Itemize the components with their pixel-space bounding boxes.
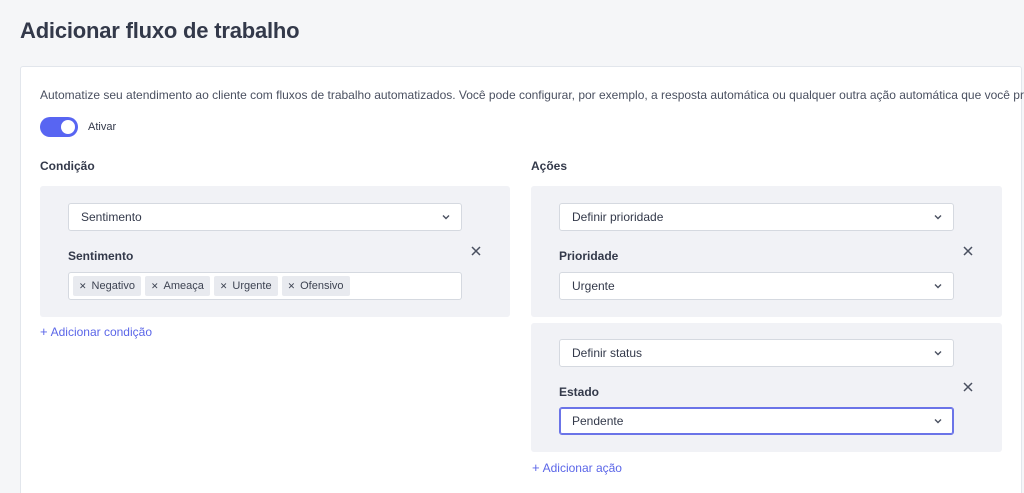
- condition-type-value: Sentimento: [81, 210, 142, 224]
- tag-remove-icon[interactable]: ✕: [79, 276, 87, 296]
- tag-remove-icon[interactable]: ✕: [151, 276, 159, 296]
- priority-value: Urgente: [572, 279, 615, 293]
- workflow-card: Automatize seu atendimento ao cliente co…: [20, 66, 1024, 493]
- tag-chip: ✕ Ameaça: [144, 276, 210, 296]
- action-panel-2: Definir status Estado Pendente: [531, 323, 1002, 452]
- action-type-value: Definir prioridade: [572, 210, 664, 224]
- condition-title: Condição: [40, 159, 95, 173]
- close-icon[interactable]: [962, 381, 974, 393]
- chevron-down-icon: [934, 351, 942, 356]
- tag-label: Ameaça: [163, 280, 204, 292]
- activate-toggle[interactable]: [40, 117, 78, 137]
- condition-type-select[interactable]: Sentimento: [68, 203, 462, 231]
- action-panel-1: Definir prioridade Prioridade Urgente: [531, 186, 1002, 317]
- action-field-label: Prioridade: [559, 249, 619, 263]
- plus-icon: +: [40, 324, 48, 339]
- tag-remove-icon[interactable]: ✕: [288, 276, 296, 296]
- tag-label: Ofensivo: [300, 280, 344, 292]
- sentiment-tags-input[interactable]: ✕ Negativo ✕ Ameaça ✕ Urgente ✕ Ofensivo: [68, 272, 462, 300]
- description-text: Automatize seu atendimento ao cliente co…: [40, 88, 1024, 102]
- tag-label: Negativo: [91, 280, 135, 292]
- actions-title: Ações: [531, 159, 568, 173]
- action-type-select[interactable]: Definir prioridade: [559, 203, 954, 231]
- page-title: Adicionar fluxo de trabalho: [20, 18, 300, 43]
- condition-field-label: Sentimento: [68, 249, 134, 263]
- close-icon[interactable]: [470, 245, 482, 257]
- action-type-value: Definir status: [572, 346, 643, 360]
- tag-remove-icon[interactable]: ✕: [220, 276, 228, 296]
- add-condition-label: Adicionar condição: [50, 325, 152, 339]
- close-icon[interactable]: [962, 245, 974, 257]
- condition-panel: Sentimento Sentimento ✕ Negativo ✕ Ameaça …: [40, 186, 510, 317]
- status-value: Pendente: [572, 414, 624, 428]
- activate-label: Ativar: [88, 121, 117, 133]
- plus-icon: +: [532, 460, 540, 475]
- status-select[interactable]: Pendente: [559, 407, 954, 435]
- tag-chip: ✕ Ofensivo: [281, 276, 350, 296]
- priority-select[interactable]: Urgente: [559, 272, 954, 300]
- tag-chip: ✕ Urgente: [213, 276, 278, 296]
- chevron-down-icon: [934, 419, 942, 424]
- chevron-down-icon: [442, 215, 450, 220]
- chevron-down-icon: [934, 284, 942, 289]
- add-condition-link[interactable]: + Adicionar condição: [40, 324, 152, 339]
- add-action-link[interactable]: + Adicionar ação: [532, 460, 622, 475]
- toggle-knob: [61, 120, 75, 134]
- chevron-down-icon: [934, 215, 942, 220]
- tag-label: Urgente: [232, 280, 272, 292]
- tag-chip: ✕ Negativo: [73, 276, 141, 296]
- add-action-label: Adicionar ação: [542, 461, 622, 475]
- action-field-label: Estado: [559, 385, 600, 399]
- action-type-select[interactable]: Definir status: [559, 339, 954, 367]
